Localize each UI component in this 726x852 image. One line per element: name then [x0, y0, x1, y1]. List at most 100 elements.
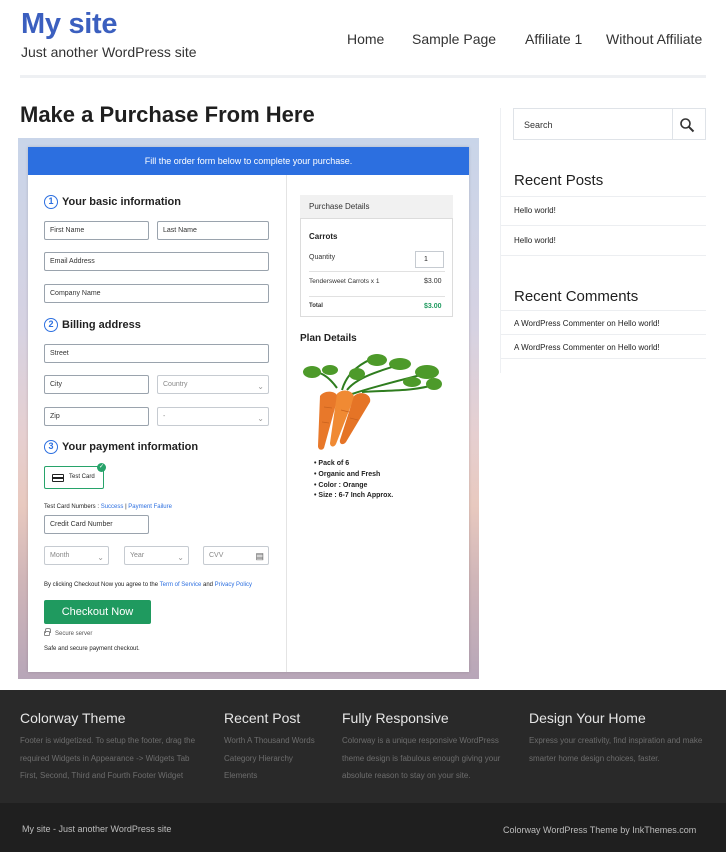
widget-divider	[501, 225, 706, 226]
link-separator: |	[125, 504, 127, 510]
plan-bullet: • Size : 6-7 Inch Approx.	[314, 492, 394, 499]
chevron-down-icon: ⌄	[97, 553, 104, 562]
comment-on: on	[606, 319, 616, 328]
state-select[interactable]: - ⌄	[157, 407, 269, 426]
step-3-title: Your payment information	[62, 441, 199, 453]
search-separator	[672, 109, 673, 139]
comment-post-link[interactable]: Hello world!	[618, 319, 660, 328]
plan-bullet-text: Pack of 6	[318, 460, 350, 467]
last-name-input[interactable]: Last Name	[157, 221, 269, 240]
zip-input[interactable]: Zip	[44, 407, 149, 426]
nav-without-affiliate[interactable]: Without Affiliate	[606, 31, 702, 47]
step-3-badge: 3	[44, 440, 58, 454]
step-1-badge: 1	[44, 195, 58, 209]
safe-checkout-text: Safe and secure payment checkout.	[44, 646, 140, 652]
chevron-down-icon: ⌄	[257, 382, 264, 391]
footer-theme-credit[interactable]: Colorway WordPress Theme by InkThemes.co…	[503, 825, 696, 835]
email-input[interactable]: Email Address	[44, 252, 269, 271]
recent-comment: A WordPress Commenter on Hello world!	[514, 343, 660, 352]
comment-post-link[interactable]: Hello world!	[618, 343, 660, 352]
card-number-input[interactable]: Credit Card Number	[44, 515, 149, 534]
site-title[interactable]: My site	[21, 8, 118, 41]
street-input[interactable]: Street	[44, 344, 269, 363]
year-select-value: Year	[130, 552, 145, 559]
test-card-numbers: Test Card Numbers : Success | Payment Fa…	[44, 504, 172, 510]
check-icon: ✓	[97, 463, 106, 472]
chevron-down-icon: ⌄	[177, 553, 184, 562]
plan-bullet: • Color : Orange	[314, 482, 368, 489]
widget-divider	[501, 196, 706, 197]
total-price: $3.00	[424, 303, 442, 310]
widget-divider	[501, 358, 706, 359]
purchase-divider	[309, 271, 445, 272]
test-card-numbers-label: Test Card Numbers :	[44, 504, 100, 510]
footer-colorway-text: Footer is widgetized. To setup the foote…	[20, 732, 220, 785]
footer-text-line: required Widgets in Appearance -> Widget…	[20, 753, 190, 763]
carrots-image	[303, 354, 442, 450]
footer-text-line: Express your creativity, find inspiratio…	[529, 736, 703, 745]
nav-sample-page[interactable]: Sample Page	[412, 31, 496, 47]
search-icon[interactable]	[679, 117, 695, 133]
city-input[interactable]: City	[44, 375, 149, 394]
first-name-input[interactable]: First Name	[44, 221, 149, 240]
footer-colorway-title: Colorway Theme	[20, 710, 126, 726]
purchase-divider	[309, 296, 445, 297]
plan-bullet-text: Organic and Fresh	[318, 471, 381, 478]
recent-post-link[interactable]: Hello world!	[514, 206, 556, 215]
line-item-price: $3.00	[424, 278, 442, 285]
form-banner: Fill the order form below to complete yo…	[28, 147, 469, 175]
step-1-title: Your basic information	[62, 196, 181, 208]
checkout-now-button[interactable]: Checkout Now	[44, 600, 151, 624]
success-link[interactable]: Success	[101, 504, 124, 510]
footer-post-link[interactable]: Category Hierarchy	[224, 750, 334, 768]
country-select-value: Country	[163, 381, 188, 388]
site-tagline: Just another WordPress site	[21, 44, 197, 60]
footer-recent-post-list: Worth A Thousand Words Category Hierarch…	[224, 732, 334, 785]
header-divider	[20, 75, 706, 78]
year-select[interactable]: Year ⌄	[124, 546, 189, 565]
step-2-badge: 2	[44, 318, 58, 332]
company-input[interactable]: Company Name	[44, 284, 269, 303]
terms-and: and	[202, 582, 213, 588]
nav-home[interactable]: Home	[347, 31, 384, 47]
comment-author-link[interactable]: A WordPress Commenter	[514, 343, 605, 352]
footer-responsive-text: Colorway is a unique responsive WordPres…	[342, 732, 522, 785]
widget-divider	[501, 310, 706, 311]
month-select[interactable]: Month ⌄	[44, 546, 109, 565]
cvv-input[interactable]: CVV ▤	[203, 546, 269, 565]
product-name: Carrots	[309, 232, 338, 241]
footer-site-credit[interactable]: My site - Just another WordPress site	[22, 824, 171, 834]
payment-failure-link[interactable]: Payment Failure	[128, 504, 172, 510]
footer-post-link[interactable]: Worth A Thousand Words	[224, 732, 334, 750]
quantity-input[interactable]: 1	[415, 251, 444, 268]
card-icon: ▤	[255, 551, 264, 561]
footer-text-line: theme design is fabulous enough giving y…	[342, 753, 501, 763]
footer-design-title: Design Your Home	[529, 710, 646, 726]
footer-text-line: absolute reason to stay on your site.	[342, 771, 471, 780]
total-label: Total	[309, 303, 323, 309]
lock-icon	[44, 628, 51, 636]
plan-bullet-text: Color : Orange	[318, 482, 368, 489]
plan-bullet: • Pack of 6	[314, 460, 350, 467]
line-item-name: Tendersweet Carrots x 1	[309, 278, 380, 285]
privacy-policy-link[interactable]: Privacy Policy	[215, 582, 252, 588]
secure-server-label: Secure server	[55, 631, 93, 637]
recent-post-link[interactable]: Hello world!	[514, 236, 556, 245]
country-select[interactable]: Country ⌄	[157, 375, 269, 394]
footer-text-line: First, Second, Third and Fourth Footer W…	[20, 771, 184, 780]
widget-divider	[501, 334, 706, 335]
footer-responsive-title: Fully Responsive	[342, 710, 449, 726]
recent-comments-title: Recent Comments	[514, 288, 639, 305]
nav-affiliate-1[interactable]: Affiliate 1	[525, 31, 582, 47]
footer-text-line: Colorway is a unique responsive WordPres…	[342, 736, 499, 745]
plan-bullet: • Organic and Fresh	[314, 471, 381, 478]
search-placeholder: Search	[524, 120, 553, 130]
terms-of-service-link[interactable]: Term of Service	[160, 582, 202, 588]
recent-comment: A WordPress Commenter on Hello world!	[514, 319, 660, 328]
footer-text-line: smarter home design choices, faster.	[529, 753, 660, 763]
comment-author-link[interactable]: A WordPress Commenter	[514, 319, 605, 328]
footer-design-text: Express your creativity, find inspiratio…	[529, 732, 721, 767]
footer-post-link[interactable]: Elements	[224, 767, 334, 785]
terms-text: By clicking Checkout Now you agree to th…	[44, 582, 252, 588]
plan-bullet-text: Size : 6-7 Inch Approx.	[318, 492, 394, 499]
